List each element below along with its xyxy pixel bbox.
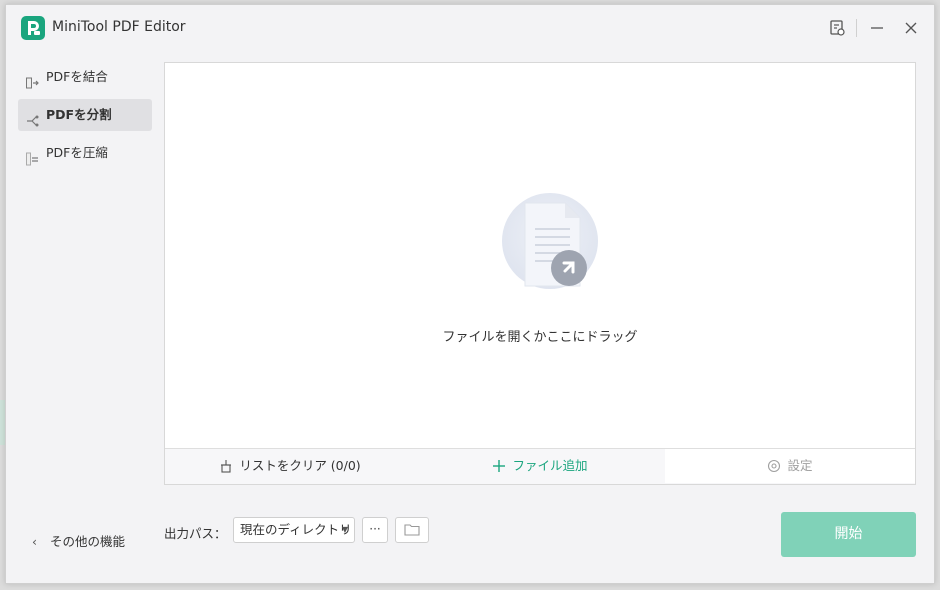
- sidebar-item-label: PDFを結合: [46, 69, 108, 84]
- open-folder-button[interactable]: [395, 517, 429, 543]
- drop-hint: ファイルを開くかここにドラッグ: [442, 330, 638, 345]
- feedback-icon[interactable]: [826, 17, 848, 39]
- settings-label: 設定: [787, 458, 813, 473]
- sidebar-item-split[interactable]: PDFを分割: [18, 99, 152, 131]
- more-features-link[interactable]: ‹ その他の機能: [32, 531, 125, 550]
- sidebar-item-merge[interactable]: PDFを結合: [18, 61, 152, 93]
- sidebar-item-label: PDFを分割: [46, 107, 112, 122]
- add-file-label: ファイル追加: [512, 458, 588, 473]
- output-path-label: 出力パス：: [164, 526, 227, 541]
- ellipsis-icon: ···: [369, 522, 381, 536]
- compress-icon: [26, 146, 40, 166]
- merge-icon: [26, 70, 40, 89]
- document-upload-icon: [495, 191, 605, 301]
- add-file-button[interactable]: ファイル追加: [415, 449, 665, 483]
- folder-icon: [404, 524, 420, 536]
- app-window: MiniTool PDF Editor PDFを結合 PDFを分割 PDFを圧縮…: [5, 4, 935, 584]
- drop-zone[interactable]: ファイルを開くかここにドラッグ: [165, 63, 915, 449]
- clear-list-label: リストをクリア (0/0): [239, 458, 361, 473]
- file-list-toolbar: リストをクリア (0/0) ファイル追加 設定: [165, 448, 915, 484]
- output-path-select[interactable]: 現在のディレクトリ ▼: [233, 517, 355, 543]
- start-button[interactable]: 開始: [781, 512, 916, 557]
- file-drop-panel: ファイルを開くかここにドラッグ リストをクリア (0/0) ファイル追加 設定: [164, 62, 916, 485]
- chevron-left-icon: ‹: [32, 534, 37, 549]
- output-path-value: 現在のディレクトリ: [240, 522, 352, 537]
- title-bar: MiniTool PDF Editor: [6, 5, 934, 51]
- gear-icon: [768, 459, 781, 473]
- app-title: MiniTool PDF Editor: [52, 19, 186, 35]
- broom-icon: [221, 460, 232, 473]
- caret-down-icon: ▼: [341, 525, 348, 534]
- sidebar-item-compress[interactable]: PDFを圧縮: [18, 137, 152, 169]
- clear-list-button[interactable]: リストをクリア (0/0): [165, 449, 415, 483]
- sidebar-item-label: PDFを圧縮: [46, 145, 108, 160]
- split-icon: [26, 108, 40, 127]
- more-features-label: その他の機能: [49, 534, 125, 549]
- minimize-icon[interactable]: [866, 17, 888, 39]
- settings-button[interactable]: 設定: [665, 449, 915, 483]
- browse-path-button[interactable]: ···: [362, 517, 388, 543]
- close-icon[interactable]: [900, 17, 922, 39]
- app-logo-icon: [21, 16, 45, 40]
- plus-icon: [493, 460, 506, 472]
- titlebar-divider: [856, 19, 857, 37]
